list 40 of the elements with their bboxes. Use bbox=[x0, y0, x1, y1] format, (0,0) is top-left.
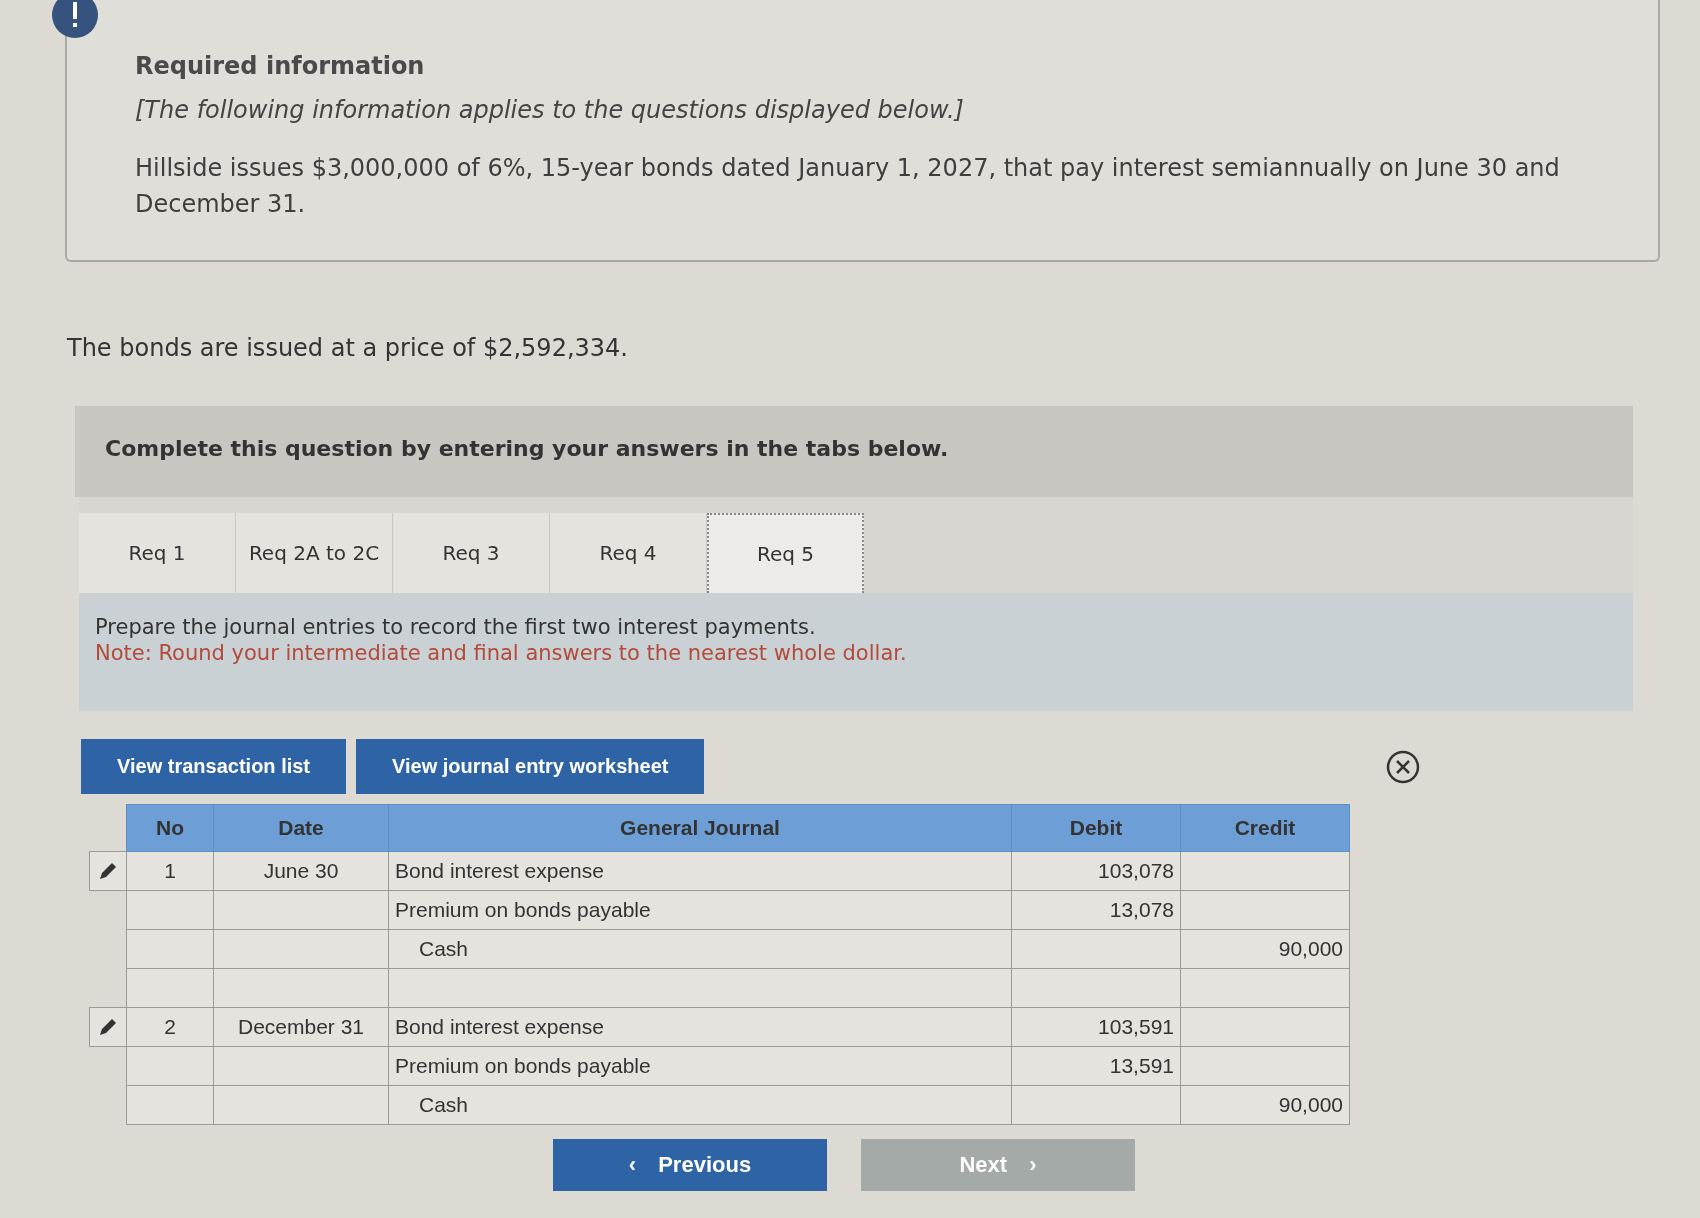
table-cell: December 31 bbox=[213, 1007, 389, 1047]
req-tab[interactable]: Req 4 bbox=[550, 513, 707, 593]
column-header: Debit bbox=[1011, 804, 1181, 852]
table-cell: Bond interest expense bbox=[388, 1007, 1012, 1047]
pencil-icon[interactable] bbox=[97, 860, 119, 882]
table-cell: 90,000 bbox=[1180, 929, 1350, 969]
table-cell: 2 bbox=[126, 1007, 214, 1047]
column-header: No bbox=[126, 804, 214, 852]
close-icon[interactable] bbox=[1385, 748, 1421, 785]
info-body: Hillside issues $3,000,000 of 6%, 15-year bonds dated January 1, 2027, that pay interest semiannually on June 30 and December 31. bbox=[135, 153, 1561, 220]
table-cell: 90,000 bbox=[1180, 1085, 1350, 1125]
table-cell: Cash bbox=[388, 929, 1012, 969]
table-cell: Premium on bonds payable bbox=[388, 1046, 1012, 1086]
previous-button[interactable]: ‹ Previous bbox=[553, 1139, 827, 1191]
table-cell: June 30 bbox=[213, 851, 389, 891]
table-cell: Premium on bonds payable bbox=[388, 890, 1012, 930]
req-tab[interactable]: Req 5 bbox=[707, 513, 864, 593]
req-tab[interactable]: Req 3 bbox=[393, 513, 550, 593]
view-button[interactable]: View journal entry worksheet bbox=[356, 739, 705, 794]
instruction-text: Prepare the journal entries to record the first two interest payments. bbox=[95, 615, 817, 639]
info-note: [The following information applies to the questions displayed below.] bbox=[135, 96, 965, 124]
column-header: General Journal bbox=[388, 804, 1012, 852]
req-tab[interactable]: Req 2A to 2C bbox=[236, 513, 393, 593]
column-header: Date bbox=[213, 804, 389, 852]
table-cell: 13,591 bbox=[1011, 1046, 1181, 1086]
table-cell: 1 bbox=[126, 851, 214, 891]
statement-text: The bonds are issued at a price of $2,592,334. bbox=[67, 334, 629, 362]
table-cell: 13,078 bbox=[1011, 890, 1181, 930]
info-title: Required information bbox=[135, 52, 426, 80]
table-cell: Bond interest expense bbox=[388, 851, 1012, 891]
view-button[interactable]: View transaction list bbox=[81, 739, 347, 794]
column-header: Credit bbox=[1180, 804, 1350, 852]
instruction-banner: Complete this question by entering your answers in the tabs below. bbox=[75, 406, 1633, 497]
pencil-icon[interactable] bbox=[97, 1016, 119, 1038]
rounding-note: Note: Round your intermediate and final answers to the nearest whole dollar. bbox=[95, 641, 908, 665]
table-cell: 103,078 bbox=[1011, 851, 1181, 891]
alert-icon bbox=[52, 0, 98, 38]
table-cell: Cash bbox=[388, 1085, 1012, 1125]
req-tab[interactable]: Req 1 bbox=[79, 513, 236, 593]
table-cell: 103,591 bbox=[1011, 1007, 1181, 1047]
